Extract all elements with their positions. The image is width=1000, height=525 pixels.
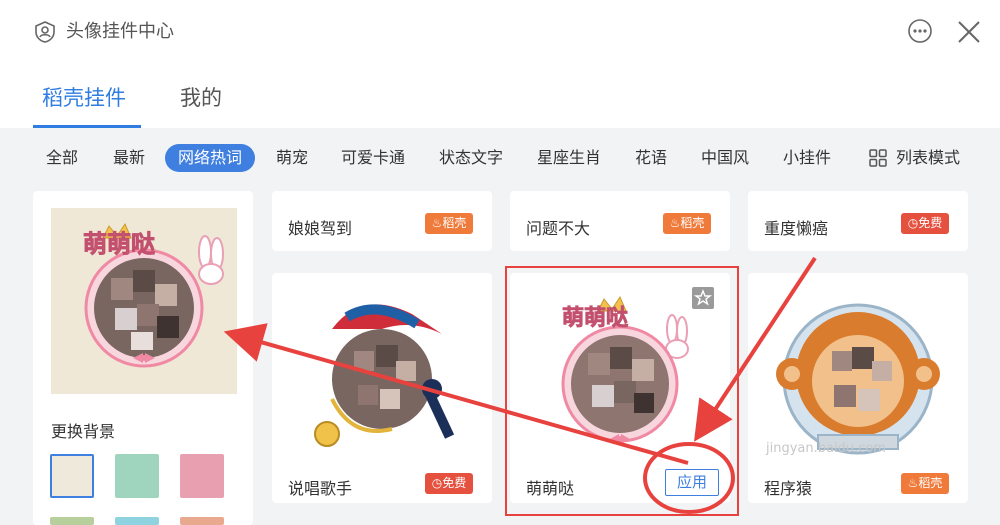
- badge-label: 免费: [918, 216, 943, 230]
- card-title: 重度懒癌: [764, 219, 829, 238]
- badge-label: 免费: [442, 476, 467, 490]
- background-swatch-pink[interactable]: [180, 454, 224, 498]
- pendant-card-text-3[interactable]: 重度懒癌 ◷免费: [748, 191, 968, 251]
- category-bar: 全部 最新 网络热词 萌宠 可爱卡通 状态文字 星座生肖 花语 中国风 小挂件 …: [0, 144, 1000, 174]
- background-swatch-mint[interactable]: [115, 454, 159, 498]
- docer-badge: ♨稻壳: [663, 213, 711, 234]
- free-badge: ◷免费: [425, 473, 473, 494]
- card-title: 娘娘驾到: [288, 219, 353, 238]
- grid-icon: [869, 149, 887, 167]
- pendant-card-monkey[interactable]: 程序猿 ♨稻壳: [748, 273, 968, 503]
- category-newest[interactable]: 最新: [113, 144, 145, 172]
- badge-label: 稻壳: [442, 216, 467, 230]
- free-badge: ◷免费: [901, 213, 949, 234]
- list-mode-label: 列表模式: [896, 148, 961, 167]
- category-internet-slang[interactable]: 网络热词: [165, 144, 256, 172]
- category-status-text[interactable]: 状态文字: [439, 144, 503, 172]
- card-title: 程序猿: [764, 479, 813, 498]
- tab-mine[interactable]: 我的: [180, 84, 222, 112]
- monkey-pendant-art: [776, 303, 940, 455]
- docer-badge: ♨稻壳: [901, 473, 949, 494]
- clock-icon: ◷: [907, 216, 919, 230]
- badge-label: 稻壳: [680, 216, 705, 230]
- card-title: 问题不大: [526, 219, 591, 238]
- category-chinese-style[interactable]: 中国风: [701, 144, 749, 172]
- category-pets[interactable]: 萌宠: [276, 144, 308, 172]
- title-bar: 头像挂件中心: [0, 0, 1000, 64]
- preview-sticker-text: 萌萌哒: [83, 230, 155, 258]
- background-swatch-orange[interactable]: [180, 517, 224, 525]
- window-title: 头像挂件中心: [66, 21, 174, 42]
- background-swatch-green[interactable]: [50, 517, 94, 525]
- flame-icon: ♨: [669, 216, 681, 230]
- avatar-shield-icon: [35, 21, 55, 43]
- category-all[interactable]: 全部: [46, 144, 78, 172]
- watermark: jingyan.baidu.com: [766, 441, 886, 456]
- main-tabs: 稻壳挂件 我的: [0, 64, 1000, 128]
- rapper-pendant-art: [314, 304, 455, 447]
- badge-label: 稻壳: [918, 476, 943, 490]
- docer-badge: ♨稻壳: [425, 213, 473, 234]
- flame-icon: ♨: [431, 216, 443, 230]
- sticker-text-art: 萌萌哒: [83, 230, 156, 259]
- card-title: 说唱歌手: [288, 479, 353, 498]
- clock-icon: ◷: [431, 476, 443, 490]
- background-swatch-cyan[interactable]: [115, 517, 159, 525]
- content-area: 全部 最新 网络热词 萌宠 可爱卡通 状态文字 星座生肖 花语 中国风 小挂件 …: [0, 128, 1000, 525]
- category-flower-language[interactable]: 花语: [635, 144, 667, 172]
- flame-icon: ♨: [907, 476, 919, 490]
- category-zodiac[interactable]: 星座生肖: [537, 144, 601, 172]
- category-cute-cartoon[interactable]: 可爱卡通: [341, 144, 405, 172]
- category-small-pendants[interactable]: 小挂件: [783, 144, 831, 172]
- close-icon[interactable]: [956, 19, 982, 45]
- tab-docer-pendants[interactable]: 稻壳挂件: [42, 84, 126, 112]
- pendant-card-text-2[interactable]: 问题不大 ♨稻壳: [510, 191, 730, 251]
- more-options-icon[interactable]: [906, 17, 934, 45]
- pendant-card-rapper[interactable]: 说唱歌手 ◷免费: [272, 273, 492, 503]
- selected-card-highlight: [505, 266, 739, 516]
- background-swatch-beige[interactable]: [50, 454, 94, 498]
- change-background-label: 更换背景: [51, 422, 116, 441]
- preview-panel: 萌萌哒 更换背景: [33, 191, 253, 525]
- avatar-preview: 萌萌哒: [51, 208, 237, 394]
- pendant-card-text-1[interactable]: 娘娘驾到 ♨稻壳: [272, 191, 492, 251]
